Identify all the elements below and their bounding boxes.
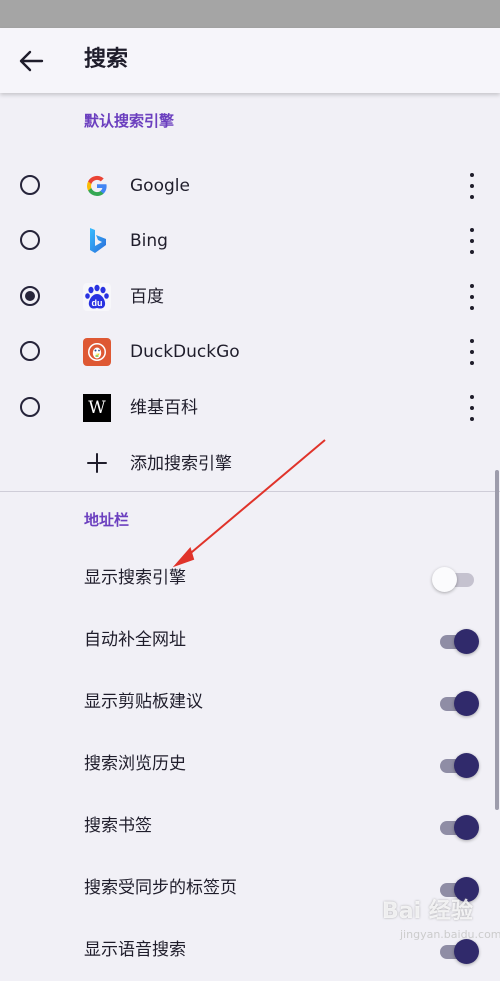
back-button[interactable] [14, 44, 50, 78]
baidu-icon: du [83, 283, 111, 311]
section-title-default-engine: 默认搜索引擎 [84, 112, 175, 130]
engine-label: Google [130, 176, 190, 196]
app-bar: 搜索 [0, 28, 500, 93]
toggle-row-show-search-engines[interactable]: 显示搜索引擎 [0, 547, 500, 609]
engine-row-wikipedia[interactable]: W 维基百科 [0, 381, 500, 437]
section-title-address-bar: 地址栏 [84, 511, 130, 529]
toggle-switch-on[interactable] [438, 629, 480, 655]
plus-icon [87, 453, 107, 473]
toggle-row-search-history[interactable]: 搜索浏览历史 [0, 733, 500, 795]
engine-row-duckduckgo[interactable]: DuckDuckGo [0, 325, 500, 381]
toggle-switch-on[interactable] [438, 753, 480, 779]
google-icon [83, 172, 111, 200]
wikipedia-logo-text: W [88, 398, 106, 418]
duckduckgo-icon [83, 338, 111, 366]
toggle-label: 显示剪贴板建议 [84, 692, 203, 712]
more-options-icon[interactable] [462, 284, 482, 310]
toggle-switch-off[interactable] [432, 567, 480, 593]
toggle-switch-on[interactable] [438, 815, 480, 841]
watermark-sub: jingyan.baidu.com [400, 928, 500, 941]
section-divider [0, 491, 500, 492]
toggle-label: 搜索受同步的标签页 [84, 878, 237, 898]
toggle-label: 搜索浏览历史 [84, 754, 186, 774]
radio-button[interactable] [20, 341, 40, 361]
toggle-row-autocomplete-urls[interactable]: 自动补全网址 [0, 609, 500, 671]
engine-label: 百度 [130, 287, 164, 307]
engine-label: Bing [130, 231, 168, 251]
arrow-left-icon [19, 50, 44, 72]
more-options-icon[interactable] [462, 173, 482, 199]
toggle-switch-on[interactable] [438, 691, 480, 717]
engine-label: DuckDuckGo [130, 342, 240, 362]
engine-row-bing[interactable]: Bing [0, 214, 500, 270]
engine-row-baidu[interactable]: du 百度 [0, 270, 500, 326]
radio-button-selected[interactable] [20, 286, 40, 306]
radio-button[interactable] [20, 397, 40, 417]
more-options-icon[interactable] [462, 395, 482, 421]
scrollbar[interactable] [495, 470, 499, 810]
add-search-engine-label: 添加搜索引擎 [130, 454, 232, 474]
baidu-logo-text: du [92, 298, 103, 308]
toggle-label: 显示语音搜索 [84, 940, 186, 960]
toggle-switch-on[interactable] [438, 939, 480, 965]
toggle-row-clipboard-suggestions[interactable]: 显示剪贴板建议 [0, 671, 500, 733]
toggle-label: 显示搜索引擎 [84, 568, 186, 588]
more-options-icon[interactable] [462, 228, 482, 254]
radio-button[interactable] [20, 230, 40, 250]
bing-icon [83, 227, 111, 255]
engine-row-google[interactable]: Google [0, 159, 500, 215]
watermark: Bai 经验 [382, 899, 473, 924]
engine-label: 维基百科 [130, 398, 198, 418]
page-title: 搜索 [84, 47, 129, 72]
add-search-engine-button[interactable]: 添加搜索引擎 [0, 436, 500, 492]
more-options-icon[interactable] [462, 339, 482, 365]
toggle-label: 自动补全网址 [84, 630, 186, 650]
status-bar [0, 0, 500, 28]
radio-button[interactable] [20, 175, 40, 195]
wikipedia-icon: W [83, 394, 111, 422]
toggle-label: 搜索书签 [84, 816, 152, 836]
toggle-row-search-bookmarks[interactable]: 搜索书签 [0, 795, 500, 857]
